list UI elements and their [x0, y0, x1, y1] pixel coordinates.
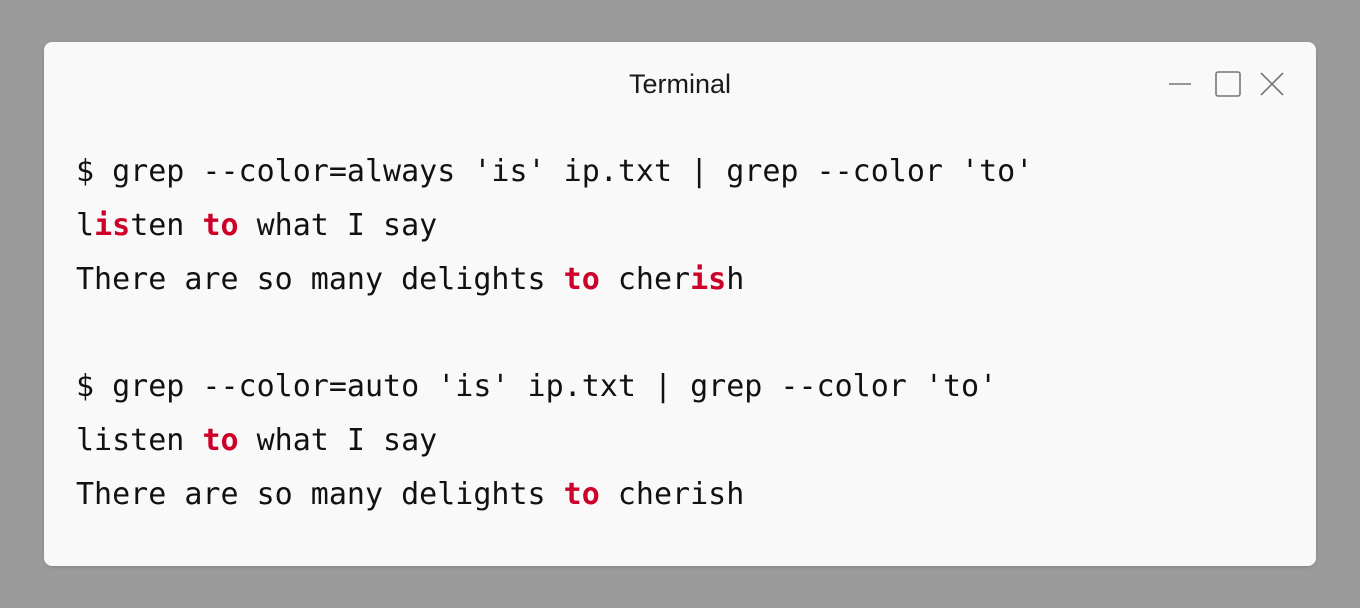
minimize-button[interactable] — [1164, 70, 1196, 102]
terminal-output[interactable]: $ grep --color=always 'is' ip.txt | grep… — [76, 145, 1296, 522]
match-highlight: is — [94, 208, 131, 243]
title-bar: Terminal — [44, 42, 1316, 128]
minimize-icon — [1168, 72, 1192, 101]
output-line: There are so many delights to cherish — [76, 253, 1296, 307]
output-text: There are so many delights — [76, 262, 564, 297]
match-highlight: to — [563, 262, 600, 297]
window-title: Terminal — [628, 69, 732, 99]
close-button[interactable] — [1256, 70, 1288, 102]
output-text: what I say — [238, 423, 438, 458]
command-line: $ grep --color=always 'is' ip.txt | grep… — [76, 154, 1034, 189]
output-text: cher — [599, 262, 691, 297]
match-highlight: to — [563, 477, 600, 512]
output-line: There are so many delights to cherish — [76, 468, 1296, 522]
match-highlight: to — [202, 208, 239, 243]
command-line: $ grep --color=auto 'is' ip.txt | grep -… — [76, 369, 998, 404]
terminal-window: Terminal $ grep --color=always 'is' ip.t… — [44, 42, 1316, 566]
output-text: There are so many delights — [76, 477, 564, 512]
output-text: cherish — [599, 477, 745, 512]
maximize-icon — [1214, 70, 1242, 103]
output-line: listen to what I say — [76, 414, 1296, 468]
output-text: listen — [76, 423, 203, 458]
output-text: ten — [130, 208, 203, 243]
match-highlight: to — [202, 423, 239, 458]
output-text: h — [726, 262, 745, 297]
close-icon — [1259, 71, 1285, 102]
maximize-button[interactable] — [1212, 70, 1244, 102]
output-text: what I say — [238, 208, 438, 243]
output-text: l — [76, 208, 95, 243]
output-line: listen to what I say — [76, 199, 1296, 253]
match-highlight: is — [690, 262, 727, 297]
